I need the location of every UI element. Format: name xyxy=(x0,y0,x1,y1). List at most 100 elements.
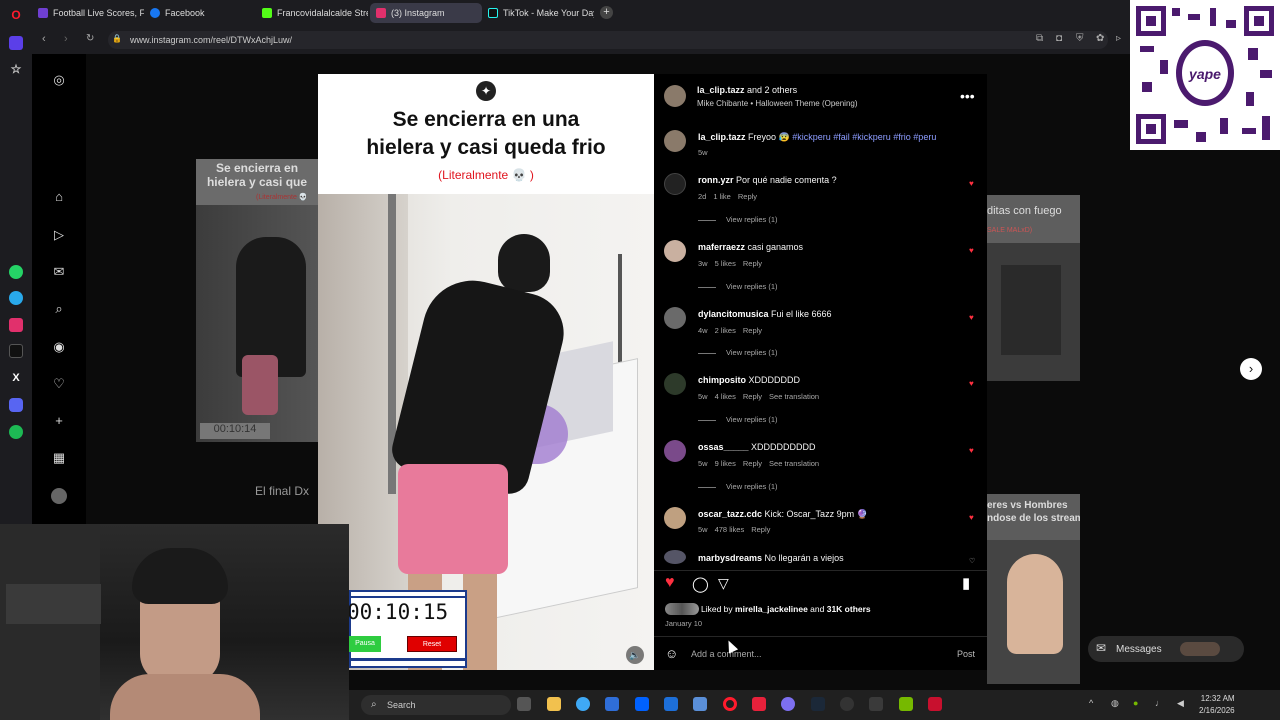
tiktok-icon[interactable] xyxy=(9,344,23,358)
post-author[interactable]: la_clip.tazz and 2 others xyxy=(697,85,797,95)
file-explorer-icon[interactable] xyxy=(547,697,561,711)
comment-bubble-icon[interactable]: ◯ xyxy=(692,575,709,593)
back-arrow-icon[interactable]: ‹ xyxy=(42,33,46,45)
shield-icon[interactable]: ⛨ xyxy=(1076,33,1084,44)
view-replies-button[interactable]: View replies (1) xyxy=(698,415,778,424)
view-replies-button[interactable]: View replies (1) xyxy=(698,215,778,224)
share-send-icon[interactable]: ▽ xyxy=(718,575,729,592)
app-icon-2[interactable] xyxy=(869,697,883,711)
tab-instagram[interactable]: (3) Instagram xyxy=(370,3,482,23)
next-reel-chevron-icon[interactable]: › xyxy=(1240,358,1262,380)
comment-like-heart-icon[interactable]: ♥ xyxy=(969,179,974,188)
comment-avatar[interactable] xyxy=(664,373,686,395)
see-translation-button[interactable]: See translation xyxy=(769,459,819,468)
opera-icon[interactable] xyxy=(723,697,737,711)
dashboard-icon[interactable]: ▦ xyxy=(51,450,67,466)
tray-app-icon[interactable]: ● xyxy=(1133,698,1138,708)
comment-like-heart-icon[interactable]: ♥ xyxy=(969,246,974,255)
home-icon[interactable]: ⌂ xyxy=(51,189,67,205)
reply-button[interactable]: Reply xyxy=(743,326,762,335)
app-icon[interactable] xyxy=(693,697,707,711)
comment-avatar[interactable] xyxy=(664,507,686,529)
create-plus-icon[interactable]: + xyxy=(51,413,67,429)
search-icon[interactable]: ⌕ xyxy=(51,301,67,317)
vscode-icon[interactable] xyxy=(664,697,678,711)
reels-icon[interactable]: ▷ xyxy=(51,227,67,243)
reel-video[interactable]: Se encierra en una hielera y casi queda … xyxy=(318,74,654,670)
messages-button[interactable]: ✉ Messages xyxy=(1088,636,1244,662)
author-avatar[interactable] xyxy=(664,85,686,107)
app-icon-3[interactable] xyxy=(928,697,942,711)
view-replies-button[interactable]: View replies (1) xyxy=(698,482,778,491)
obs-icon[interactable] xyxy=(840,697,854,711)
next-reel-preview[interactable]: ditas con fuego SALE MALxD) xyxy=(987,195,1080,381)
forward-arrow-icon[interactable]: › xyxy=(64,33,68,45)
caption-avatar[interactable] xyxy=(664,130,686,152)
comment-like-heart-icon[interactable]: ♥ xyxy=(969,446,974,455)
microphone-icon[interactable]: ♩ xyxy=(1155,698,1164,708)
new-tab-plus-icon[interactable]: + xyxy=(600,6,613,19)
tab-facebook[interactable]: Facebook xyxy=(144,3,254,23)
comment-like-heart-icon[interactable]: ♥ xyxy=(969,513,974,522)
ai-sparkle-icon[interactable]: ✦ xyxy=(476,81,496,101)
previous-reel-preview[interactable]: Se encierra en hielera y casi que (Liter… xyxy=(196,159,318,442)
wps-icon[interactable] xyxy=(752,697,766,711)
next-reel-preview-2[interactable]: eres vs Hombres ndose de los streams xyxy=(987,494,1080,684)
discord-icon[interactable] xyxy=(9,398,23,412)
copilot-icon[interactable] xyxy=(576,697,590,711)
like-heart-icon[interactable]: ♥ xyxy=(665,574,675,592)
stopwatch-reset-button[interactable]: Reset xyxy=(407,636,457,652)
reply-button[interactable]: Reply xyxy=(743,459,762,468)
save-bookmark-icon[interactable]: ▮ xyxy=(962,574,970,592)
whatsapp-icon[interactable] xyxy=(9,265,23,279)
mute-speaker-icon[interactable]: 🔈 xyxy=(626,646,644,664)
comment-avatar[interactable] xyxy=(664,240,686,262)
instagram-icon[interactable] xyxy=(9,318,23,332)
pinboard-icon[interactable]: ☆ xyxy=(9,62,23,76)
see-translation-button[interactable]: See translation xyxy=(769,392,819,401)
more-options-icon[interactable]: ••• xyxy=(960,88,975,104)
stopwatch-pause-button[interactable]: Pausa xyxy=(349,636,381,652)
notifications-heart-icon[interactable]: ♡ xyxy=(51,376,67,392)
nvidia-icon[interactable] xyxy=(899,697,913,711)
dropbox-icon[interactable] xyxy=(635,697,649,711)
reply-button[interactable]: Reply xyxy=(743,259,762,268)
comment-input[interactable]: Add a comment... xyxy=(691,649,762,659)
steam-icon[interactable] xyxy=(811,697,825,711)
tab-kick[interactable]: Francovidalalcalde Stream xyxy=(256,3,368,23)
task-view-icon[interactable] xyxy=(517,697,531,711)
home-icon[interactable] xyxy=(9,36,23,50)
network-icon[interactable]: ◍ xyxy=(1111,698,1119,709)
opera-logo-icon[interactable]: O xyxy=(9,8,23,22)
comment-avatar[interactable] xyxy=(664,550,686,564)
messenger-icon[interactable]: ✉ xyxy=(51,264,67,280)
tray-chevron-icon[interactable]: ^ xyxy=(1089,698,1093,708)
post-comment-button[interactable]: Post xyxy=(957,649,975,659)
store-icon[interactable] xyxy=(605,697,619,711)
comment-avatar[interactable] xyxy=(664,440,686,462)
explore-icon[interactable]: ◉ xyxy=(51,339,67,355)
reply-button[interactable]: Reply xyxy=(743,392,762,401)
tab-tiktok[interactable]: TikTok - Make Your Day xyxy=(482,3,594,23)
discord-taskbar-icon[interactable] xyxy=(781,697,795,711)
tab-football[interactable]: Football Live Scores, Fixtu xyxy=(32,3,144,23)
spotify-icon[interactable] xyxy=(9,425,23,439)
clock[interactable]: 12:32 AM 2/16/2026 xyxy=(1199,693,1235,717)
menu-arrow-icon[interactable]: ▹ xyxy=(1116,33,1121,44)
url-field[interactable]: 🔒 www.instagram.com/reel/DTWxAchjLuw/ xyxy=(108,31,1108,49)
comment-like-heart-icon[interactable]: ♥ xyxy=(969,379,974,388)
comment-avatar[interactable] xyxy=(664,307,686,329)
camera-icon[interactable]: ◘ xyxy=(1056,33,1062,44)
view-replies-button[interactable]: View replies (1) xyxy=(698,348,778,357)
comment-avatar[interactable] xyxy=(664,173,686,195)
telegram-icon[interactable] xyxy=(9,291,23,305)
post-song[interactable]: Mike Chibante • Halloween Theme (Opening… xyxy=(697,99,858,108)
liked-by-text[interactable]: Liked by mirella_jackelinee and 31K othe… xyxy=(701,604,871,614)
reload-icon[interactable]: ↻ xyxy=(86,33,94,44)
liked-by-avatars[interactable] xyxy=(665,603,699,615)
x-icon[interactable]: X xyxy=(9,371,23,385)
taskbar-search[interactable]: ⌕ Search xyxy=(361,695,511,715)
screenshot-icon[interactable]: ⧉ xyxy=(1036,33,1043,44)
extensions-icon[interactable]: ✿ xyxy=(1096,33,1104,44)
volume-icon[interactable]: ◀ xyxy=(1177,698,1184,709)
